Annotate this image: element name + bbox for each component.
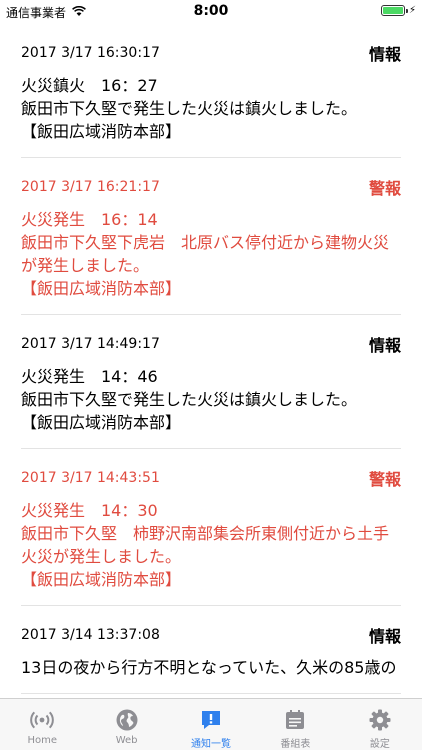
notification-header: 2017 3/14 13:37:08 情報 bbox=[21, 624, 401, 646]
notification-item[interactable]: 2017 3/17 14:43:51 警報火災発生 14：30 飯田市下久堅 柿野沢… bbox=[21, 449, 401, 606]
notification-datetime: 2017 3/17 14:49:17 bbox=[21, 336, 160, 352]
notification-body: 火災鎮火 16：27 飯田市下久堅で発生した火災は鎮火しました。 【飯田広域消防本部… bbox=[21, 74, 401, 143]
charging-icon: ⚡ bbox=[408, 5, 416, 16]
tab-label: 設定 bbox=[369, 739, 390, 750]
notification-text-line: 火災鎮火 16：27 bbox=[21, 76, 158, 95]
notification-header: 2017 3/17 14:49:17 情報 bbox=[21, 333, 401, 355]
notification-body: 火災発生 16：14 飯田市下久堅下虎岩 北原バス停付近から建物火災 が発生しました… bbox=[21, 208, 401, 300]
notification-body: 13日の夜から行方不明となっていた、久米の85歳の bbox=[21, 656, 401, 679]
tab-schedule[interactable]: 番組表 bbox=[253, 699, 337, 750]
notification-text-line: 【飯田広域消防本部】 bbox=[21, 122, 182, 141]
globe-icon bbox=[114, 707, 140, 733]
tab-label: Home bbox=[27, 735, 57, 746]
notification-text-line: 飯田市下久堅下虎岩 北原バス停付近から建物火災 bbox=[21, 233, 390, 252]
alert-badge: 警報 bbox=[368, 470, 401, 489]
notification-datetime: 2017 3/17 14:43:51 bbox=[21, 470, 160, 486]
tab-settings[interactable]: 設定 bbox=[338, 699, 422, 750]
info-badge: 情報 bbox=[368, 336, 401, 355]
notification-datetime: 2017 3/14 13:37:08 bbox=[21, 627, 160, 643]
notification-item[interactable]: 2017 3/14 13:37:08 情報 13日の夜から行方不明となっていた、久米… bbox=[21, 606, 401, 694]
notification-text-line: が発生しました。 bbox=[21, 256, 150, 275]
gear-icon bbox=[367, 707, 393, 733]
notification-text-line: 13日の夜から行方不明となっていた、久米の85歳の bbox=[21, 658, 397, 677]
notification-text-line: 火災発生 16：14 bbox=[21, 210, 158, 229]
notification-body: 火災発生 14：46 飯田市下久堅で発生した火災は鎮火しました。 【飯田広域消防本部… bbox=[21, 365, 401, 434]
notification-item[interactable]: 2017 3/17 14:49:17 情報火災発生 14：46 飯田市下久堅で発生し… bbox=[21, 315, 401, 449]
tab-label: 通知一覧 bbox=[191, 739, 232, 750]
notification-text-line: 飯田市下久堅で発生した火災は鎮火しました。 bbox=[21, 99, 358, 118]
notification-text-line: 火災が発生しました。 bbox=[21, 547, 182, 566]
notification-header: 2017 3/17 14:43:51 警報 bbox=[21, 467, 401, 489]
notification-text-line: 【飯田広域消防本部】 bbox=[21, 279, 182, 298]
notification-body: 火災発生 14：30 飯田市下久堅 柿野沢南部集会所東側付近から土手 火災が発生しま… bbox=[21, 499, 401, 591]
notification-datetime: 2017 3/17 16:21:17 bbox=[21, 179, 160, 195]
tab-notifications[interactable]: 通知一覧 bbox=[169, 699, 253, 750]
status-bar: 通信事業者 8:00 ⚡ bbox=[0, 0, 422, 24]
tab-bar: Home Web 通知一覧 番組表 設定 bbox=[0, 698, 422, 750]
notification-text-line: 飯田市下久堅 柿野沢南部集会所東側付近から土手 bbox=[21, 524, 390, 543]
info-badge: 情報 bbox=[368, 45, 401, 64]
notification-item[interactable]: 2017 3/17 16:30:17 情報火災鎮火 16：27 飯田市下久堅で発生し… bbox=[21, 24, 401, 158]
notification-item[interactable]: 2017 3/17 16:21:17 警報火災発生 16：14 飯田市下久堅下虎岩 … bbox=[21, 158, 401, 315]
broadcast-icon bbox=[29, 707, 55, 733]
notification-header: 2017 3/17 16:30:17 情報 bbox=[21, 42, 401, 64]
status-time: 8:00 bbox=[193, 3, 229, 19]
tab-web[interactable]: Web bbox=[84, 699, 168, 750]
notification-text-line: 火災発生 14：46 bbox=[21, 367, 158, 386]
notification-text-line: 火災発生 14：30 bbox=[21, 501, 158, 520]
schedule-icon bbox=[282, 707, 308, 733]
tab-label: Web bbox=[115, 735, 138, 746]
notification-text-line: 【飯田広域消防本部】 bbox=[21, 413, 182, 432]
notification-header: 2017 3/17 16:21:17 警報 bbox=[21, 176, 401, 198]
notification-icon bbox=[198, 707, 224, 733]
notification-datetime: 2017 3/17 16:30:17 bbox=[21, 45, 160, 61]
info-badge: 情報 bbox=[368, 627, 401, 646]
notification-list[interactable]: 2017 3/17 16:30:17 情報 火災鎮火 16：27 飯田市下久堅で発生し… bbox=[0, 24, 422, 698]
status-right: ⚡ bbox=[380, 5, 416, 16]
notification-text-line: 飯田市下久堅で発生した火災は鎮火しました。 bbox=[21, 390, 358, 409]
battery-icon bbox=[380, 5, 408, 16]
tab-label: 番組表 bbox=[280, 739, 311, 750]
notification-text-line: 【飯田広域消防本部】 bbox=[21, 570, 182, 589]
alert-badge: 警報 bbox=[368, 179, 401, 198]
tab-home[interactable]: Home bbox=[0, 699, 84, 750]
